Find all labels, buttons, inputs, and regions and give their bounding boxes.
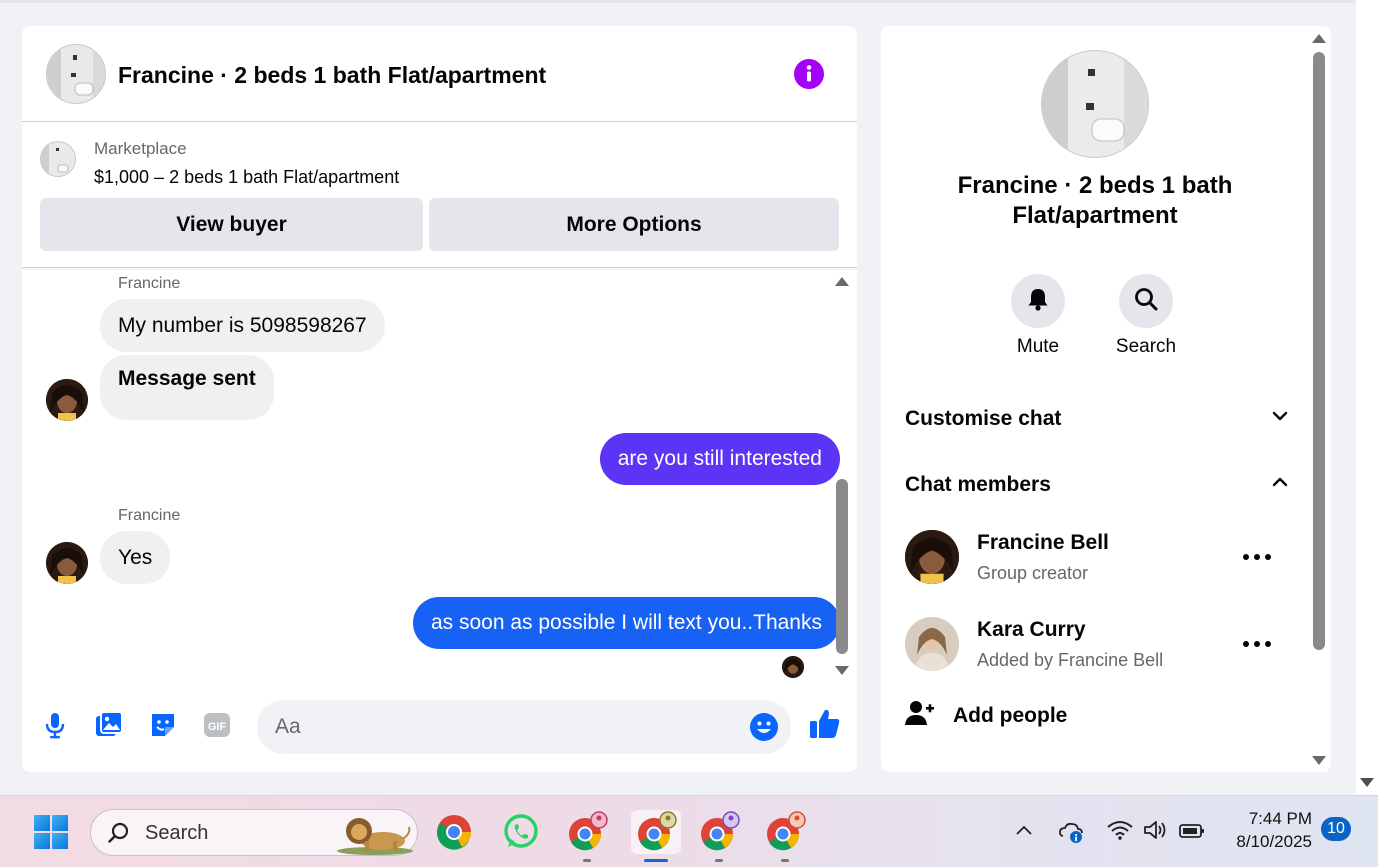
- wifi-icon[interactable]: [1106, 818, 1134, 847]
- chrome-profile-icon[interactable]: [763, 810, 807, 862]
- customise-chat-label: Customise chat: [905, 407, 1062, 430]
- message-input-box[interactable]: [257, 700, 791, 754]
- message-input[interactable]: [275, 700, 735, 754]
- francine-avatar[interactable]: [46, 379, 88, 421]
- system-clock[interactable]: 7:44 PM 8/10/2025: [1222, 807, 1312, 853]
- info-scrollbar-thumb[interactable]: [1313, 52, 1325, 650]
- chat-members-section[interactable]: Chat members: [905, 465, 1290, 505]
- message-scrollbar-thumb[interactable]: [836, 479, 848, 654]
- mute-button[interactable]: [1011, 274, 1065, 328]
- conversation-name: Francine · 2 beds 1 bath Flat/apartment: [957, 172, 1233, 229]
- chrome-profile-icon-active[interactable]: [631, 810, 681, 862]
- search-in-conversation-button[interactable]: [1119, 274, 1173, 328]
- whatsapp-icon[interactable]: [499, 810, 543, 854]
- clock-time: 7:44 PM: [1248, 809, 1312, 828]
- chat-header: Francine · 2 beds 1 bath Flat/apartment: [22, 26, 857, 122]
- page-scrollbar[interactable]: [1356, 0, 1378, 795]
- mute-label: Mute: [1016, 336, 1060, 357]
- chat-panel: Francine · 2 beds 1 bath Flat/apartment …: [22, 26, 857, 772]
- message-bubble[interactable]: Message sent: [100, 355, 274, 420]
- message-scroll-down-arrow[interactable]: [835, 666, 849, 675]
- running-indicator: [583, 859, 591, 862]
- francine-avatar[interactable]: [46, 542, 88, 584]
- seen-receipt-avatar: [782, 656, 804, 678]
- info-icon[interactable]: [794, 59, 824, 89]
- like-icon[interactable]: [808, 707, 842, 741]
- clock-date: 8/10/2025: [1236, 832, 1312, 851]
- member-avatar-kara[interactable]: [905, 617, 959, 671]
- windows-start-icon[interactable]: [34, 815, 68, 849]
- member-role: Added by Francine Bell: [977, 650, 1164, 670]
- conversation-info-panel: Francine · 2 beds 1 bath Flat/apartment …: [881, 26, 1331, 772]
- message-scroll-up-arrow[interactable]: [835, 277, 849, 286]
- lion-search-highlight-icon: [335, 811, 415, 860]
- onedrive-sync-icon[interactable]: [1058, 818, 1086, 851]
- running-indicator: [781, 859, 789, 862]
- volume-icon[interactable]: [1142, 818, 1170, 847]
- info-scroll-up-arrow[interactable]: [1312, 34, 1326, 43]
- add-people-button[interactable]: Add people: [905, 698, 1067, 734]
- more-options-button[interactable]: More Options: [429, 198, 839, 251]
- chat-members-label: Chat members: [905, 473, 1051, 496]
- chrome-profile-icon[interactable]: [565, 810, 609, 862]
- view-buyer-button[interactable]: View buyer: [40, 198, 423, 251]
- message-list[interactable]: Francine My number is 5098598267 Message…: [22, 269, 857, 689]
- microphone-icon[interactable]: [40, 710, 70, 740]
- sender-name: Francine: [118, 507, 181, 524]
- taskbar: Search 7:44 PM 8/10/2025 10: [0, 795, 1378, 867]
- search-icon: [1133, 286, 1159, 317]
- chat-title: Francine · 2 beds 1 bath Flat/apartment: [118, 62, 547, 88]
- bell-icon: [1025, 286, 1051, 317]
- message-bubble[interactable]: as soon as possible I will text you..Tha…: [412, 597, 840, 649]
- taskbar-search-label: Search: [145, 822, 209, 844]
- gif-icon[interactable]: GIF: [202, 710, 232, 740]
- notification-badge[interactable]: 10: [1321, 817, 1351, 841]
- chrome-icon[interactable]: [432, 810, 476, 854]
- member-name: Kara Curry: [977, 618, 1086, 641]
- message-bubble[interactable]: My number is 5098598267: [100, 299, 385, 352]
- emoji-icon[interactable]: [749, 712, 779, 742]
- running-indicator-active: [644, 859, 668, 862]
- marketplace-bar: Marketplace $1,000 – 2 beds 1 bath Flat/…: [22, 123, 857, 268]
- sticker-icon[interactable]: [148, 710, 178, 740]
- chevron-down-icon: [1270, 406, 1290, 432]
- member-avatar-francine[interactable]: [905, 530, 959, 584]
- member-role: Group creator: [977, 563, 1089, 583]
- page-scroll-down-arrow[interactable]: [1360, 778, 1374, 787]
- member-more-icon[interactable]: [1243, 630, 1271, 658]
- customise-chat-section[interactable]: Customise chat: [905, 399, 1290, 439]
- svg-text:GIF: GIF: [208, 721, 227, 733]
- battery-icon[interactable]: [1178, 821, 1206, 846]
- top-strip: [0, 0, 1356, 3]
- member-more-icon[interactable]: [1243, 543, 1271, 571]
- add-people-label: Add people: [953, 704, 1068, 727]
- photo-icon[interactable]: [94, 710, 124, 740]
- chevron-up-icon: [1270, 472, 1290, 498]
- running-indicator: [715, 859, 723, 862]
- add-person-icon: [905, 698, 935, 734]
- search-label: Search: [1115, 336, 1177, 357]
- taskbar-search[interactable]: Search: [90, 809, 418, 856]
- chevron-up-icon[interactable]: [1013, 820, 1035, 847]
- composer: GIF: [22, 698, 857, 758]
- listing-avatar-large[interactable]: [1041, 50, 1149, 158]
- marketplace-label: Marketplace: [94, 139, 187, 158]
- listing-avatar[interactable]: [46, 44, 106, 104]
- message-bubble[interactable]: Yes: [100, 531, 171, 584]
- sender-name: Francine: [118, 275, 181, 292]
- member-name: Francine Bell: [977, 531, 1109, 554]
- listing-thumbnail[interactable]: [40, 141, 76, 177]
- listing-title[interactable]: $1,000 – 2 beds 1 bath Flat/apartment: [94, 167, 399, 188]
- info-scroll-down-arrow[interactable]: [1312, 756, 1326, 765]
- message-bubble[interactable]: are you still interested: [599, 433, 840, 485]
- chrome-profile-icon[interactable]: [697, 810, 741, 862]
- search-icon: [107, 821, 131, 850]
